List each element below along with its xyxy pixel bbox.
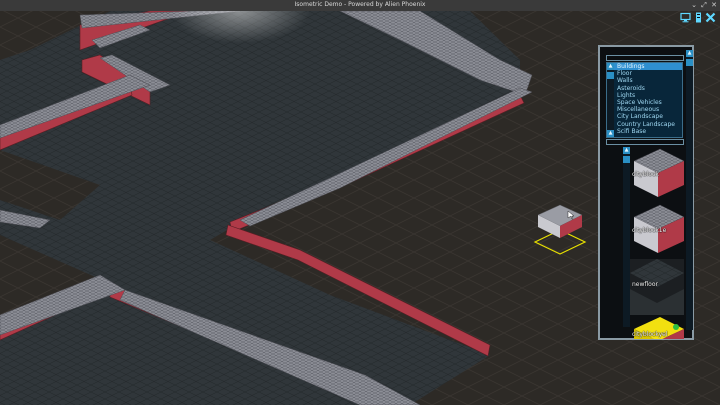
tile-cityblock1e[interactable]: cityblock1e	[630, 203, 684, 259]
category-item-buildings[interactable]: Buildings	[607, 63, 682, 71]
category-item-scifi-base[interactable]: Scifi Base	[607, 128, 682, 135]
category-item-country-landscape[interactable]: Country Landscape	[607, 121, 682, 128]
tile-newfloor[interactable]: newfloor	[630, 259, 684, 315]
category-item-floor[interactable]: Floor	[607, 70, 682, 77]
window-close-button[interactable]: ✕	[710, 1, 718, 9]
minimize-button[interactable]: ⌄	[690, 1, 698, 9]
category-item-space-vehicles[interactable]: Space Vehicles	[607, 99, 682, 106]
panel-scroll-thumb[interactable]	[686, 59, 693, 66]
category-item-city-landscape[interactable]: City Landscape	[607, 113, 682, 120]
tile-filter-field[interactable]	[606, 139, 684, 145]
scroll-down-icon[interactable]: ▲	[607, 130, 614, 137]
maximize-button[interactable]: ⤢	[700, 1, 708, 10]
panel-scroll-up-icon[interactable]: ▲	[686, 50, 693, 57]
pages-icon[interactable]	[693, 12, 704, 23]
category-item-miscellaneous[interactable]: Miscellaneous	[607, 106, 682, 113]
tile-label: cityblock1e	[632, 227, 667, 234]
scroll-up-icon[interactable]: ▲	[607, 63, 614, 70]
tile-cityblockyel[interactable]: cityblockyel	[630, 315, 684, 339]
tile-label: cityblockyel	[632, 331, 668, 338]
close-x-icon[interactable]	[705, 12, 716, 23]
category-scrollbar[interactable]: ▲ ▲	[607, 63, 614, 137]
tile-palette-panel: ▲ ▲ Buildings Floor Walls Asteroids Ligh…	[598, 45, 694, 340]
panel-scrollbar[interactable]: ▲	[686, 50, 693, 330]
tile-list[interactable]: cityblock cityblock1e newfloor cityblock…	[622, 147, 684, 339]
tile-label: cityblock	[632, 171, 659, 178]
window-title: Isometric Demo - Powered by Alien Phoeni…	[294, 1, 426, 8]
category-item-walls[interactable]: Walls	[607, 77, 682, 84]
category-scroll-thumb[interactable]	[607, 72, 614, 79]
panel-top-field[interactable]	[606, 55, 684, 61]
monitor-icon[interactable]	[680, 12, 691, 23]
tile-cityblock[interactable]: cityblock	[630, 147, 684, 203]
category-list[interactable]: ▲ ▲ Buildings Floor Walls Asteroids Ligh…	[606, 62, 683, 138]
tile-label: newfloor	[632, 281, 658, 288]
category-item-lights[interactable]: Lights	[607, 92, 682, 99]
category-item-asteroids[interactable]: Asteroids	[607, 85, 682, 92]
